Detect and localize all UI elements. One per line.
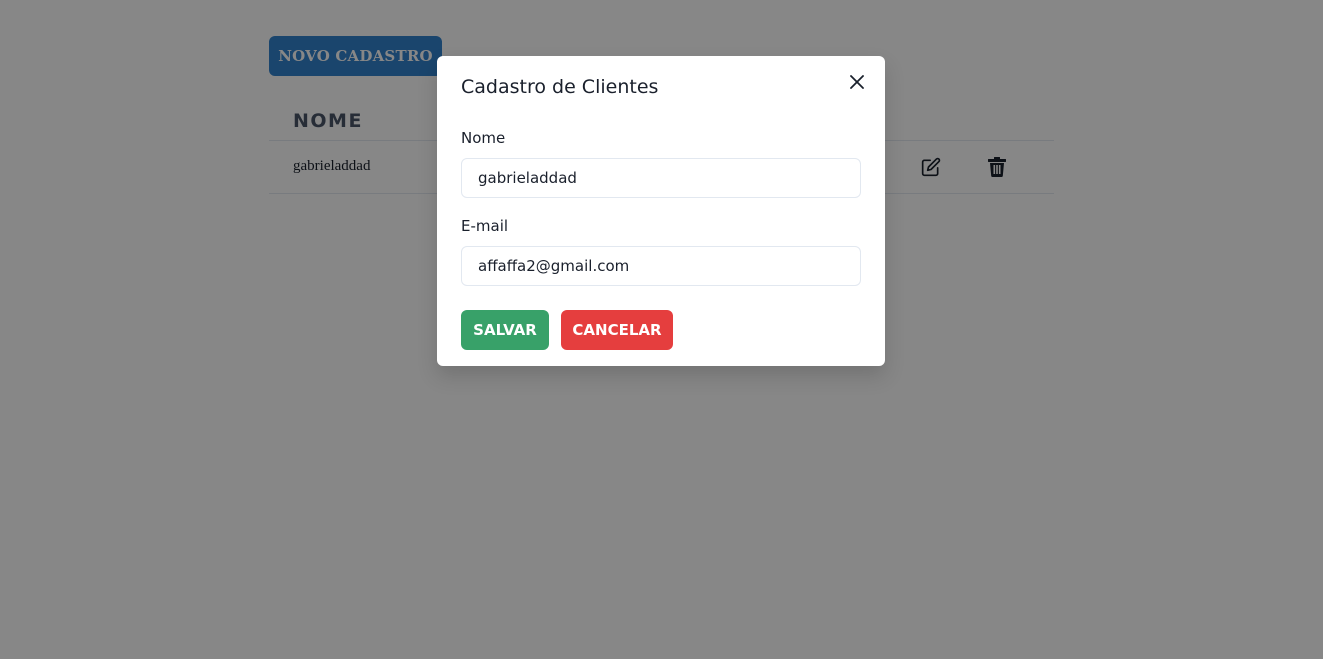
save-button[interactable]: SALVAR [461, 310, 549, 350]
client-registration-modal: Cadastro de Clientes Nome E-mail SALVAR … [437, 56, 885, 366]
email-label: E-mail [461, 217, 509, 235]
email-input[interactable] [461, 246, 861, 286]
modal-title: Cadastro de Clientes [461, 76, 659, 98]
close-icon [850, 75, 864, 89]
nome-input[interactable] [461, 158, 861, 198]
cancel-button[interactable]: CANCELAR [561, 310, 673, 350]
nome-label: Nome [461, 129, 506, 147]
close-button[interactable] [845, 70, 869, 94]
